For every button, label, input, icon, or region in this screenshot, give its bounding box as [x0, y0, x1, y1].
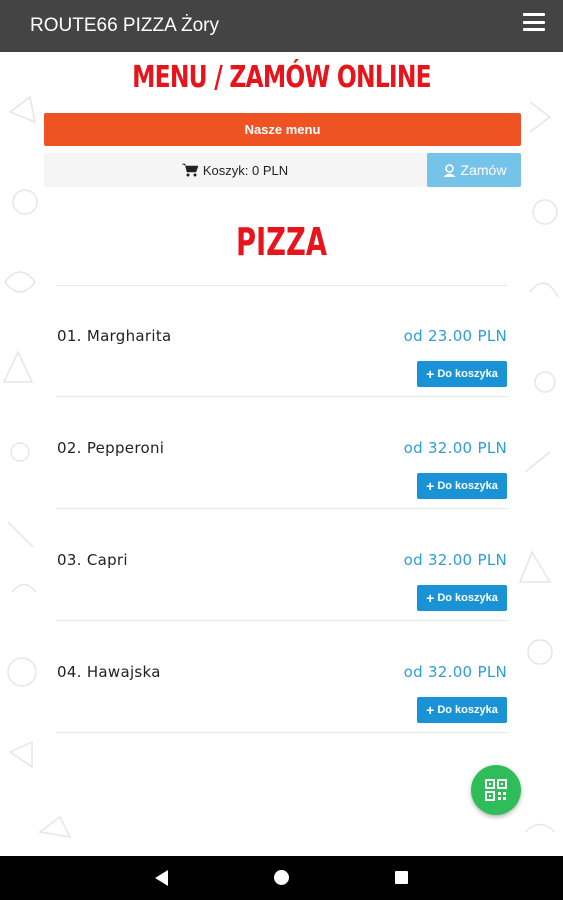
menu-heading: MENU / ZAMÓW ONLINE: [132, 60, 432, 95]
add-to-cart-button[interactable]: + Do koszyka: [417, 361, 507, 387]
divider: [56, 732, 507, 733]
hamburger-menu-icon[interactable]: [523, 13, 545, 31]
list-item: 03. Capri od 32.00 PLN + Do koszyka: [56, 525, 507, 635]
add-to-cart-label: Do koszyka: [437, 704, 498, 716]
cart-summary[interactable]: Koszyk: 0 PLN: [44, 153, 426, 187]
item-price: od 32.00 PLN: [403, 551, 507, 569]
list-item: 04. Hawajska od 32.00 PLN + Do koszyka: [56, 637, 507, 747]
item-name: 02. Pepperoni: [57, 439, 165, 457]
list-item: 02. Pepperoni od 32.00 PLN + Do koszyka: [56, 413, 507, 523]
cart-bar: Koszyk: 0 PLN Zamów: [44, 153, 521, 187]
cart-label: Koszyk: 0 PLN: [202, 162, 289, 178]
plus-icon: +: [426, 702, 435, 718]
item-price: od 32.00 PLN: [403, 439, 507, 457]
add-to-cart-button[interactable]: + Do koszyka: [417, 697, 507, 723]
plus-icon: +: [426, 478, 435, 494]
list-item: 01. Margharita od 23.00 PLN + Do koszyka: [56, 301, 507, 411]
order-button[interactable]: Zamów: [427, 153, 521, 187]
shopping-cart-icon: [181, 163, 198, 177]
recent-apps-icon[interactable]: [395, 871, 408, 884]
menu-button[interactable]: Nasze menu: [44, 113, 521, 146]
qr-code-fab-button[interactable]: [471, 765, 521, 815]
order-icon: [443, 163, 456, 177]
back-icon[interactable]: [155, 870, 169, 886]
item-name: 01. Margharita: [57, 327, 172, 345]
home-icon[interactable]: [274, 870, 289, 885]
plus-icon: +: [426, 590, 435, 606]
android-navigation-bar: [0, 856, 563, 900]
item-name: 04. Hawajska: [57, 663, 161, 681]
plus-icon: +: [426, 366, 435, 382]
add-to-cart-label: Do koszyka: [437, 368, 498, 380]
divider: [56, 620, 507, 621]
add-to-cart-button[interactable]: + Do koszyka: [417, 473, 507, 499]
page-content[interactable]: MENU / ZAMÓW ONLINE Nasze menu Koszyk: 0…: [0, 52, 563, 856]
qr-code-icon: [485, 779, 507, 801]
add-to-cart-label: Do koszyka: [437, 592, 498, 604]
divider: [56, 508, 507, 509]
app-bar: ROUTE66 PIZZA Żory: [0, 0, 563, 52]
app-title: ROUTE66 PIZZA Żory: [30, 15, 219, 36]
add-to-cart-button[interactable]: + Do koszyka: [417, 585, 507, 611]
item-price: od 23.00 PLN: [403, 327, 507, 345]
add-to-cart-label: Do koszyka: [437, 480, 498, 492]
divider: [56, 285, 507, 286]
item-price: od 32.00 PLN: [403, 663, 507, 681]
divider: [56, 396, 507, 397]
category-title: PIZZA: [235, 220, 328, 264]
item-name: 03. Capri: [57, 551, 128, 569]
order-button-label: Zamów: [460, 162, 507, 178]
